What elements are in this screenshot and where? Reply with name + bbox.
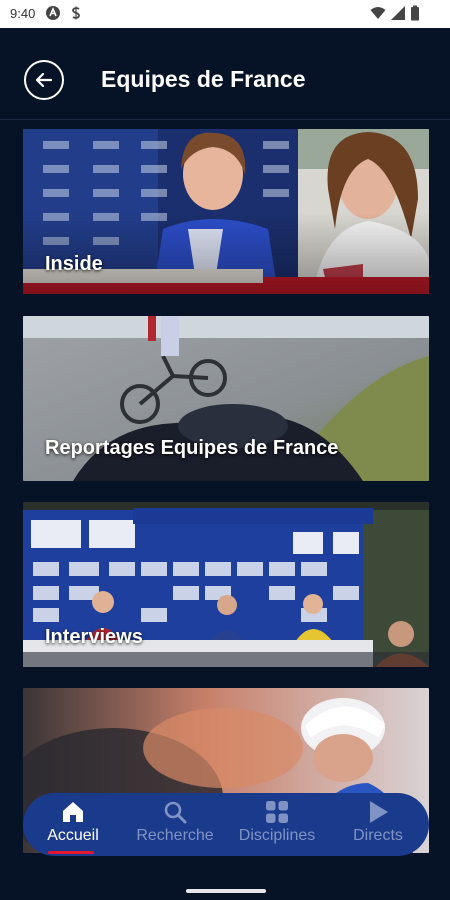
s-app-icon xyxy=(72,6,80,20)
app-bar: Equipes de France xyxy=(0,28,450,120)
category-list: Inside Reportages Equipes de France Inte… xyxy=(0,121,450,881)
page-title: Equipes de France xyxy=(101,66,306,92)
card-label: Interviews xyxy=(45,626,143,648)
status-time: 9:40 xyxy=(10,6,36,21)
back-button[interactable] xyxy=(24,60,64,100)
nav-disciplines[interactable]: Disciplines xyxy=(227,793,327,856)
battery-icon xyxy=(411,5,419,21)
nfc-a-icon xyxy=(46,6,60,20)
card-label: Reportages Equipes de France xyxy=(45,437,339,459)
wifi-icon xyxy=(370,7,386,19)
grid-icon xyxy=(266,801,288,823)
bottom-nav: Accueil Recherche Disciplines Directs xyxy=(23,793,429,856)
active-indicator xyxy=(48,851,94,854)
search-icon xyxy=(164,801,187,824)
nav-label: Accueil xyxy=(47,827,99,844)
nav-recherche[interactable]: Recherche xyxy=(125,793,225,856)
card-reportages[interactable]: Reportages Equipes de France xyxy=(23,316,429,481)
card-interviews[interactable]: Interviews xyxy=(23,502,429,667)
back-arrow-icon xyxy=(35,72,53,88)
nav-accueil[interactable]: Accueil xyxy=(23,793,123,856)
signal-icon xyxy=(391,6,405,20)
home-icon xyxy=(63,802,83,822)
nav-label: Disciplines xyxy=(238,827,316,844)
play-icon xyxy=(370,801,388,823)
status-bar: 9:40 xyxy=(0,0,450,28)
nav-label: Directs xyxy=(353,827,403,844)
nav-label: Recherche xyxy=(136,827,214,844)
card-inside[interactable]: Inside xyxy=(23,129,429,294)
system-home-indicator[interactable] xyxy=(186,889,266,893)
card-label: Inside xyxy=(45,253,103,275)
nav-directs[interactable]: Directs xyxy=(328,793,428,856)
